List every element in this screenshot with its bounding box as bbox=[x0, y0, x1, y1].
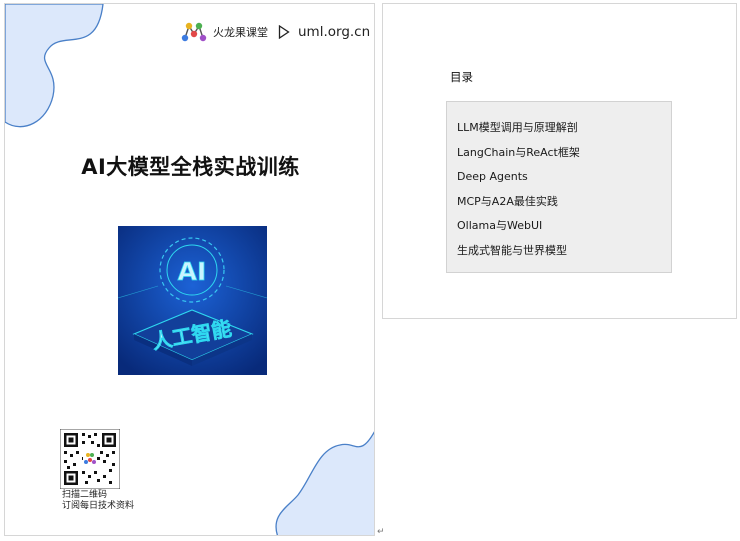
paragraph-mark: ↵ bbox=[377, 527, 385, 537]
decorative-wave-top-left bbox=[5, 4, 104, 128]
qr-caption-line2: 订阅每日技术资料 bbox=[62, 501, 135, 511]
toc-item[interactable]: 生成式智能与世界模型 bbox=[457, 239, 580, 264]
toc-box: LLM模型调用与原理解剖 LangChain与ReAct框架 Deep Agen… bbox=[446, 101, 672, 273]
ai-cover-image: AI 人工智能 bbox=[118, 226, 267, 375]
qr-code bbox=[60, 429, 120, 489]
toc-item[interactable]: LLM模型调用与原理解剖 bbox=[457, 116, 580, 141]
cover-page: 火龙果课堂 uml.org.cn AI大模型全栈实战训练 AI 人工智能 扫描二… bbox=[4, 3, 375, 536]
play-triangle-icon bbox=[278, 25, 290, 39]
toc-item[interactable]: MCP与A2A最佳实践 bbox=[457, 190, 580, 215]
toc-item[interactable]: Ollama与WebUI bbox=[457, 214, 580, 239]
decorative-wave-bottom-right bbox=[275, 431, 374, 535]
image-label-ai: AI bbox=[178, 257, 207, 286]
brand-name: 火龙果课堂 bbox=[213, 26, 268, 39]
logo-icon bbox=[181, 22, 207, 42]
brand-header: 火龙果课堂 uml.org.cn bbox=[181, 20, 370, 44]
brand-url: uml.org.cn bbox=[298, 24, 371, 40]
toc-item[interactable]: LangChain与ReAct框架 bbox=[457, 141, 580, 166]
toc-item[interactable]: Deep Agents bbox=[457, 165, 580, 190]
toc-list: LLM模型调用与原理解剖 LangChain与ReAct框架 Deep Agen… bbox=[457, 116, 580, 264]
qr-caption-line1: 扫描二维码 bbox=[62, 490, 108, 500]
toc-page: 目录 LLM模型调用与原理解剖 LangChain与ReAct框架 Deep A… bbox=[382, 3, 737, 319]
toc-heading: 目录 bbox=[450, 70, 473, 84]
cover-title: AI大模型全栈实战训练 bbox=[81, 155, 300, 179]
